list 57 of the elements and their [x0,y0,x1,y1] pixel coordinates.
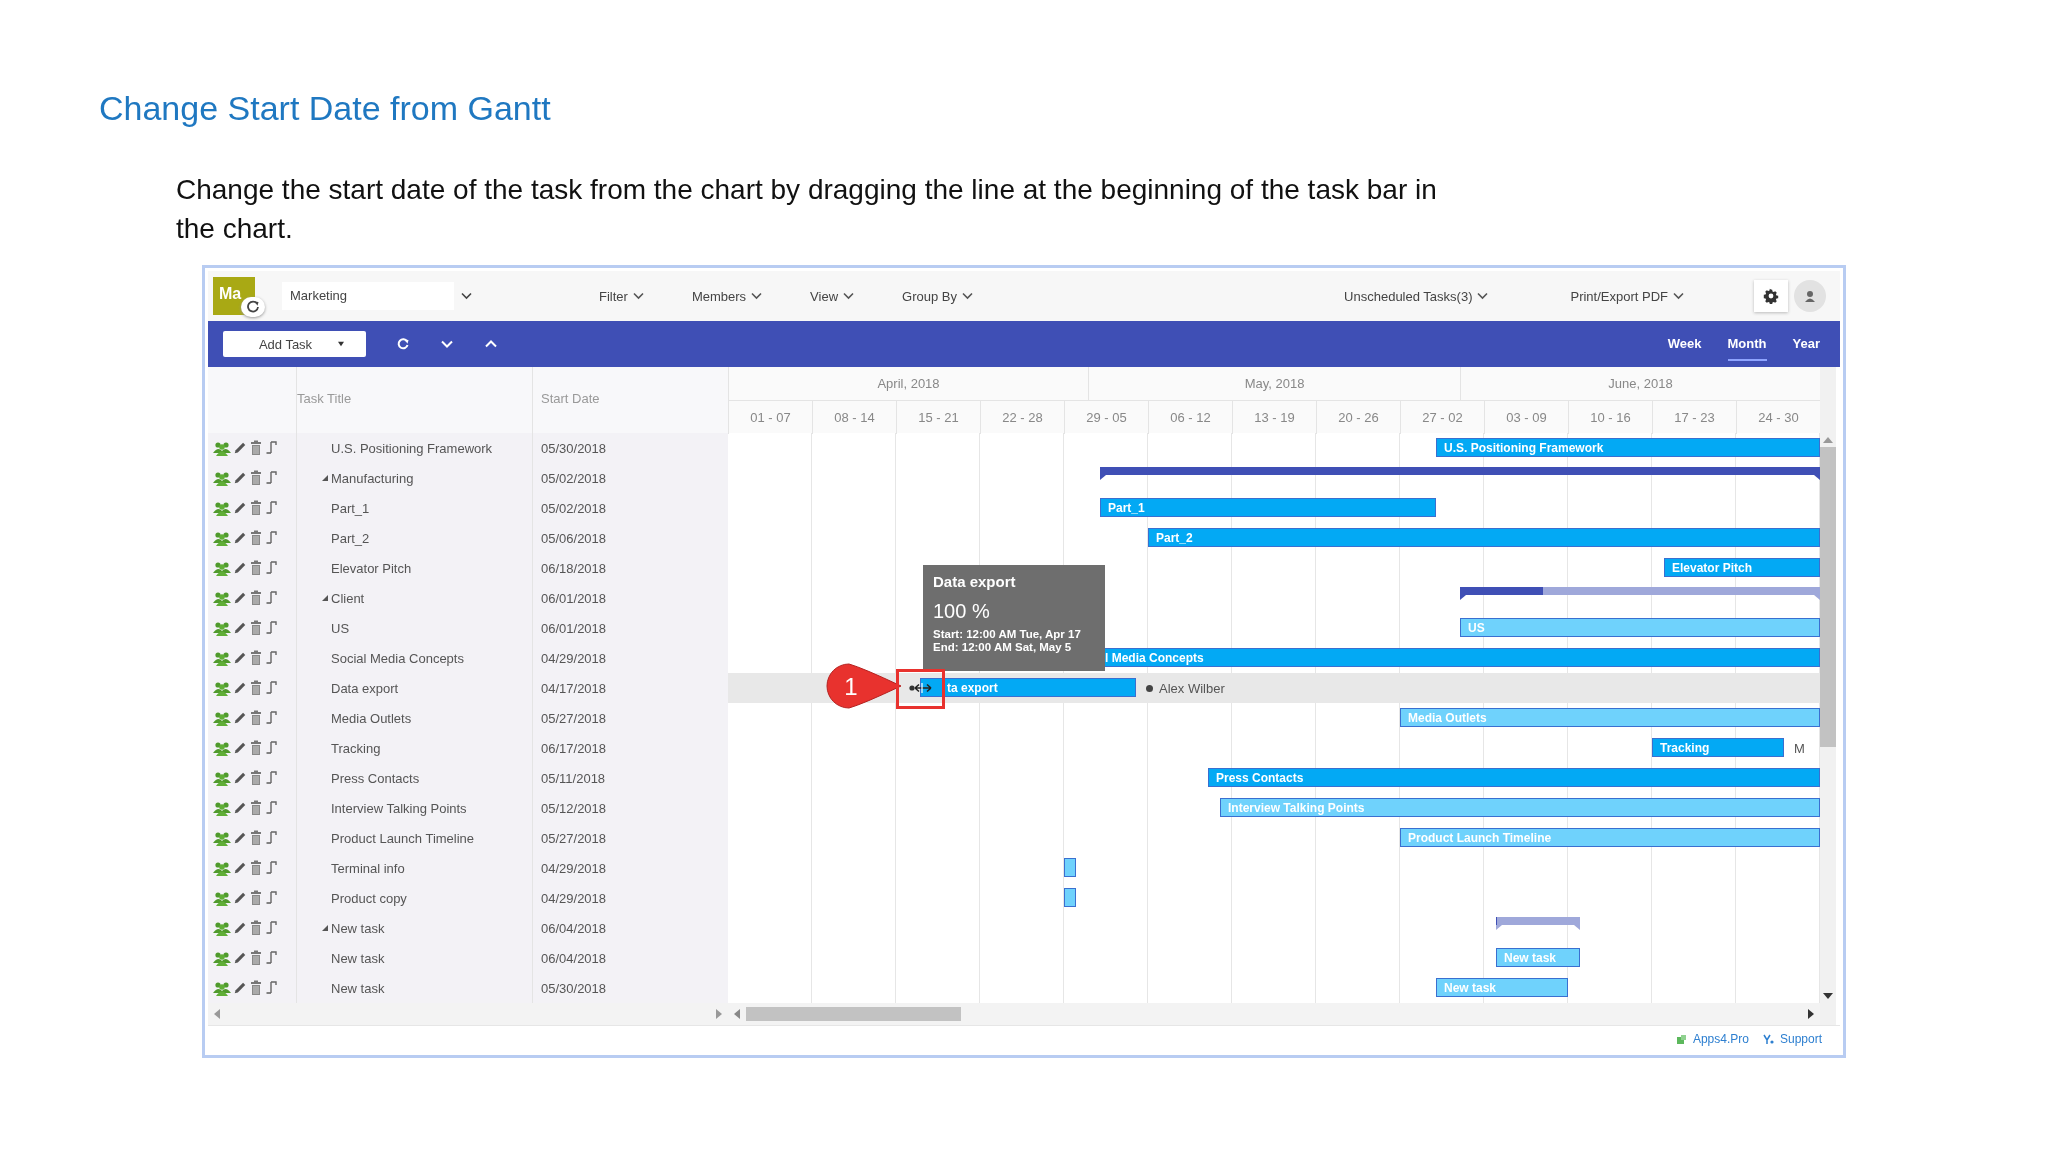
column-header: Task Title [297,390,352,406]
start-date: 05/02/2018 [541,470,607,486]
column-header: Start Date [541,390,600,406]
start-date: 04/29/2018 [541,860,607,876]
week-label: 22 - 28 [980,401,1064,434]
week-label: 13 - 19 [1232,401,1316,434]
start-date: 05/27/2018 [541,710,607,726]
tooltip-title: Data export [933,573,1017,590]
month-label: May, 2018 [1088,367,1460,400]
week-label: 08 - 14 [812,401,896,434]
percent-text: 100 % [933,600,991,623]
start-date: 06/04/2018 [541,920,607,936]
week-label: 17 - 23 [1652,401,1736,434]
start-date: 05/12/2018 [541,800,607,816]
start-date: 06/04/2018 [541,950,607,966]
bar-label: Elevator Pitch [1672,560,1753,576]
bar-label: Media Outlets [1408,710,1487,726]
week-label: 15 - 21 [896,401,980,434]
bar-label: Press Contacts [1216,770,1304,786]
start-date: 06/18/2018 [541,560,607,576]
week-label: 01 - 07 [728,401,812,434]
month-label: April, 2018 [728,367,1088,400]
start-date: 05/30/2018 [541,980,607,996]
start-date: 05/11/2018 [541,770,606,786]
bar-label: l Media Concepts [1105,650,1204,666]
start-date: 06/01/2018 [541,590,607,606]
start-date: 05/30/2018 [541,440,607,456]
start-date: 05/27/2018 [541,830,607,846]
start-date: 05/02/2018 [541,500,607,516]
instruction-text: Change the start date of the task from the chart by dragging the line at the beginning of the task bar in the chart. [176,173,1438,246]
bar-label: US [1468,620,1485,636]
bar-label: Product Launch Timeline [1408,830,1552,846]
week-label: 03 - 09 [1484,401,1568,434]
week-label: 10 - 16 [1568,401,1652,434]
start-date: 06/01/2018 [541,620,607,636]
start-date: 04/17/2018 [541,680,607,696]
start-date: 05/06/2018 [541,530,607,546]
bar-label: Interview Talking Points [1228,800,1365,816]
start-date: 06/17/2018 [541,740,607,756]
bar-label: Tracking [1660,740,1710,756]
bar-label: U.S. Positioning Framework [1444,440,1604,456]
week-label: 06 - 12 [1148,401,1232,434]
bar-label: Part_2 [1156,530,1193,546]
callout-badge: 1 [823,660,903,712]
bar-label: Part_1 [1108,500,1145,516]
bar-label: New task [1444,980,1497,996]
start-date: 04/29/2018 [541,650,607,666]
assignee-name: Alex Wilber [1159,681,1225,696]
week-label: 29 - 05 [1064,401,1148,434]
bar-label: New task [1504,950,1557,966]
bar-label: ta export [947,680,998,696]
assignee-name: M [1794,741,1805,756]
week-label: 20 - 26 [1316,401,1400,434]
tooltip-start: Start: 12:00 AM Tue, Apr 17 [933,628,1082,641]
page-title: Change Start Date from Gantt [99,88,552,129]
start-date: 04/29/2018 [541,890,607,906]
week-label: 27 - 02 [1400,401,1484,434]
